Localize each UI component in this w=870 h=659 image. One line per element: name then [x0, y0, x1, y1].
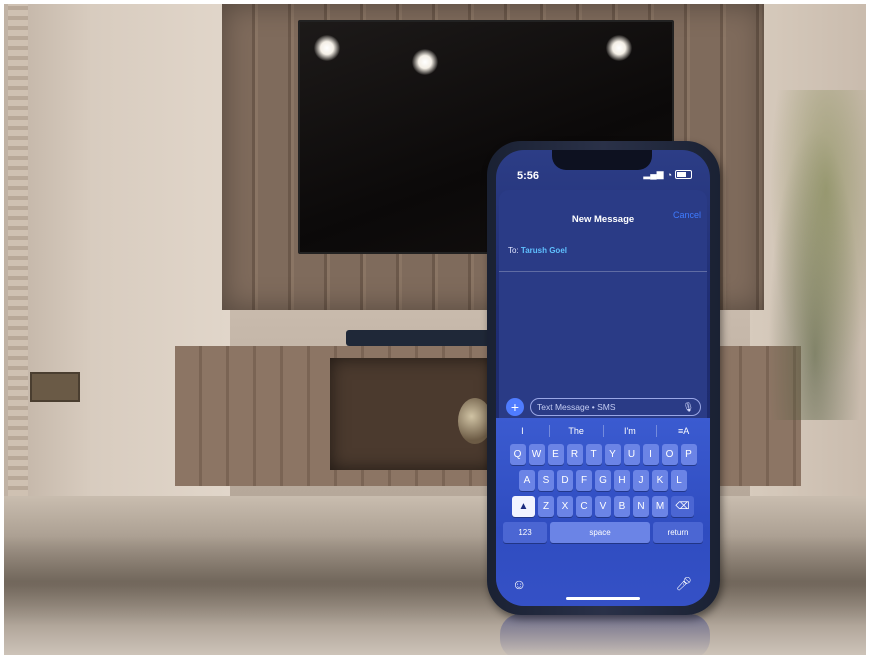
space-key[interactable]: space [550, 522, 650, 543]
suggestion-item[interactable]: I'm [604, 426, 657, 436]
key[interactable]: C [576, 496, 592, 517]
ceiling-light-reflection [314, 35, 340, 61]
key[interactable]: S [538, 470, 554, 491]
recipient-name[interactable]: Tarush Goel [521, 246, 567, 255]
key[interactable]: J [633, 470, 649, 491]
status-icons: ▂▄▆ ◔ [643, 169, 692, 180]
key[interactable]: I [642, 444, 659, 465]
plant [760, 90, 870, 420]
key[interactable]: M [652, 496, 668, 517]
key[interactable]: Z [538, 496, 554, 517]
key[interactable]: R [566, 444, 583, 465]
signal-icon: ▂▄▆ [643, 169, 664, 179]
key[interactable]: K [652, 470, 668, 491]
wifi-icon: ◔ [666, 169, 672, 180]
ceiling-light-reflection [412, 49, 438, 75]
phone-screen: 5:56 ▂▄▆ ◔ New Message Cancel To: Tarush… [496, 150, 710, 606]
suggestion-bar: I The I'm ≡A [496, 420, 710, 442]
return-key[interactable]: return [653, 522, 703, 543]
suggestion-item[interactable]: I [496, 426, 549, 436]
key[interactable]: D [557, 470, 573, 491]
microphone-icon[interactable]: 🎙︎ [683, 402, 694, 413]
key[interactable]: H [614, 470, 630, 491]
key[interactable]: W [528, 444, 545, 465]
key[interactable]: E [547, 444, 564, 465]
smartphone: 5:56 ▂▄▆ ◔ New Message Cancel To: Tarush… [487, 141, 720, 615]
notch [552, 150, 652, 170]
message-placeholder: Text Message • SMS [537, 402, 616, 412]
suggestion-item[interactable]: The [550, 426, 603, 436]
dictation-mic-icon[interactable]: 🎤︎ [675, 576, 692, 592]
key[interactable]: N [633, 496, 649, 517]
key[interactable]: B [614, 496, 630, 517]
key[interactable]: X [557, 496, 573, 517]
key[interactable]: O [661, 444, 678, 465]
key[interactable]: F [576, 470, 592, 491]
ceiling-light-reflection [606, 35, 632, 61]
key[interactable]: V [595, 496, 611, 517]
phone-reflection [500, 614, 710, 659]
to-label: To: [508, 246, 519, 255]
key[interactable]: G [595, 470, 611, 491]
keyboard: I The I'm ≡A Q W E R T Y U I O P A S D F… [496, 418, 710, 606]
numbers-key[interactable]: 123 [503, 522, 547, 543]
key[interactable]: T [585, 444, 602, 465]
key[interactable]: A [519, 470, 535, 491]
shift-key[interactable]: ▲ [512, 496, 535, 517]
message-input-row: + Text Message • SMS 🎙︎ [506, 396, 701, 418]
key[interactable]: U [623, 444, 640, 465]
text-format-icon[interactable]: ≡A [657, 426, 710, 436]
table-reflection-band [0, 536, 870, 626]
home-indicator [566, 597, 640, 600]
plus-icon[interactable]: + [506, 398, 524, 416]
key[interactable]: L [671, 470, 687, 491]
key-row-2: A S D F G H J K L [496, 470, 710, 491]
battery-icon [675, 170, 692, 179]
key[interactable]: Y [604, 444, 621, 465]
key-row-4: 123 space return [496, 522, 710, 543]
to-field[interactable]: To: Tarush Goel [508, 246, 567, 255]
photo-scene: 5:56 ▂▄▆ ◔ New Message Cancel To: Tarush… [0, 0, 870, 659]
cancel-button[interactable]: Cancel [673, 210, 701, 220]
key[interactable]: P [680, 444, 697, 465]
keyboard-bottom-bar: ☺ 🎤︎ [496, 568, 710, 606]
soundbar [346, 330, 496, 346]
divider [499, 271, 707, 272]
status-time: 5:56 [517, 170, 540, 182]
door-frame [8, 0, 28, 500]
key[interactable]: Q [509, 444, 526, 465]
delete-key[interactable]: ⌫ [671, 496, 694, 517]
key-row-1: Q W E R T Y U I O P [496, 444, 710, 465]
emoji-icon[interactable]: ☺ [512, 576, 526, 592]
message-input[interactable]: Text Message • SMS 🎙︎ [530, 398, 701, 416]
key-row-3: ▲ Z X C V B N M ⌫ [496, 496, 710, 517]
wall-switch [30, 372, 80, 402]
